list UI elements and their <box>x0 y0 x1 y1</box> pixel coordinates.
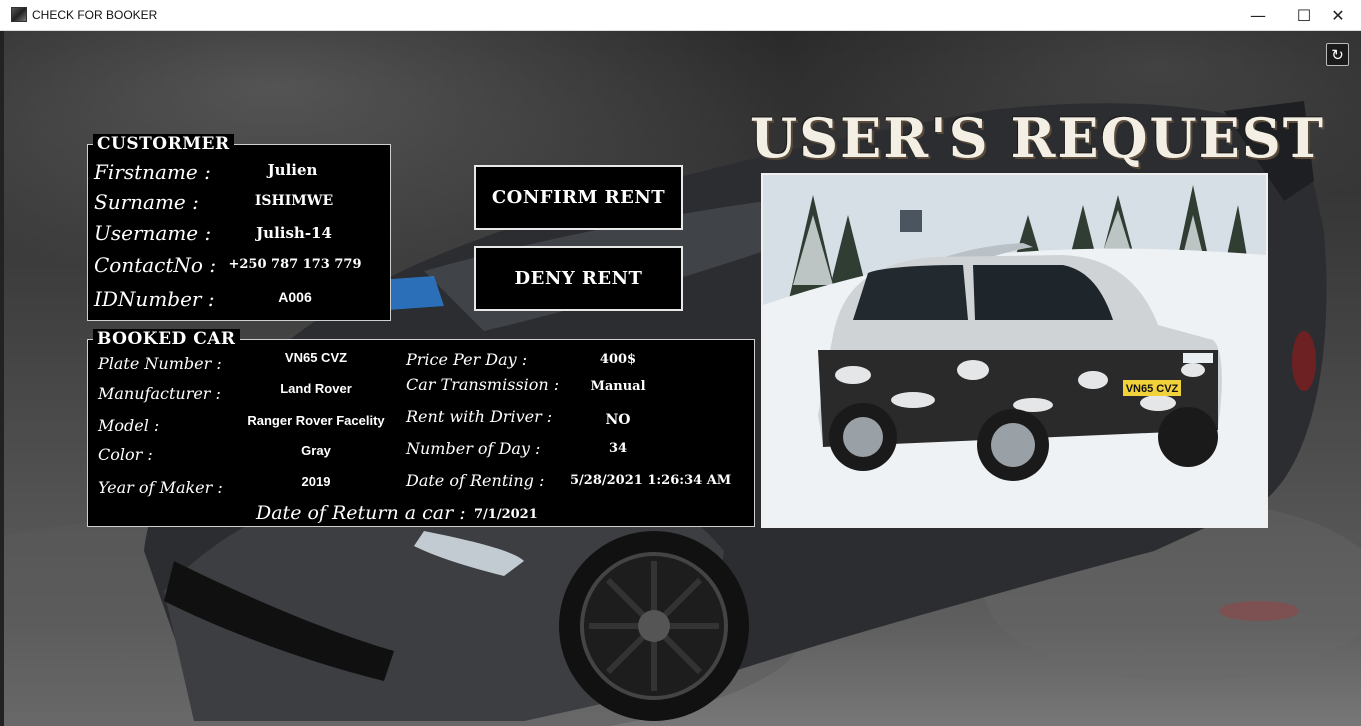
date-of-return-label: Date of Return a car : <box>256 502 466 524</box>
rent-with-driver-label: Rent with Driver : <box>406 407 553 426</box>
model-value: Ranger Rover Facelity <box>247 413 385 428</box>
model-label: Model : <box>98 416 160 435</box>
booked-car-legend: BOOKED CAR <box>93 329 240 349</box>
plate-number-label: Plate Number : <box>98 354 222 373</box>
surname-label: Surname : <box>94 190 199 214</box>
photo-plate-text: VN65 CVZ <box>1126 383 1179 395</box>
plate-number-value: VN65 CVZ <box>284 350 348 365</box>
firstname-value: Julien <box>267 161 318 179</box>
title-bar: CHECK FOR BOOKER — ☐ ✕ <box>0 0 1361 31</box>
color-label: Color : <box>98 445 153 464</box>
minimize-button[interactable]: — <box>1235 0 1281 30</box>
rent-with-driver-value: NO <box>605 412 631 428</box>
booked-car-photo: VN65 CVZ <box>761 173 1268 528</box>
date-of-renting-value: 5/28/2021 1:26:34 AM <box>570 473 732 488</box>
surname-value: ISHIMWE <box>254 193 334 209</box>
refresh-icon[interactable]: ↻ <box>1326 43 1349 66</box>
close-button[interactable]: ✕ <box>1315 0 1361 30</box>
username-label: Username : <box>94 221 212 245</box>
window-title: CHECK FOR BOOKER <box>32 8 158 22</box>
date-of-renting-label: Date of Renting : <box>406 471 545 490</box>
confirm-rent-button[interactable]: CONFIRM RENT <box>474 165 683 230</box>
car-transmission-label: Car Transmission : <box>406 375 560 394</box>
manufacturer-value: Land Rover <box>280 381 352 396</box>
customer-legend: CUSTORMER <box>93 134 234 154</box>
idnumber-value: A006 <box>278 289 312 305</box>
deny-rent-button[interactable]: DENY RENT <box>474 246 683 311</box>
price-per-day-value: 400$ <box>599 352 637 367</box>
contactno-label: ContactNo : <box>94 253 217 277</box>
idnumber-label: IDNumber : <box>94 287 215 311</box>
date-of-return-value: 7/1/2021 <box>474 507 538 522</box>
year-of-maker-value: 2019 <box>301 474 331 489</box>
firstname-label: Firstname : <box>94 160 211 184</box>
contactno-value: +250 787 173 779 <box>228 257 362 272</box>
price-per-day-label: Price Per Day : <box>406 350 528 369</box>
car-transmission-value: Manual <box>590 379 646 394</box>
page-title: USER'S REQUEST <box>750 106 1325 170</box>
number-of-day-value: 34 <box>608 441 628 456</box>
number-of-day-label: Number of Day : <box>406 439 541 458</box>
color-value: Gray <box>301 443 331 458</box>
username-value: Julish-14 <box>256 224 332 242</box>
year-of-maker-label: Year of Maker : <box>98 478 223 497</box>
manufacturer-label: Manufacturer : <box>98 384 221 403</box>
app-icon <box>11 7 27 22</box>
